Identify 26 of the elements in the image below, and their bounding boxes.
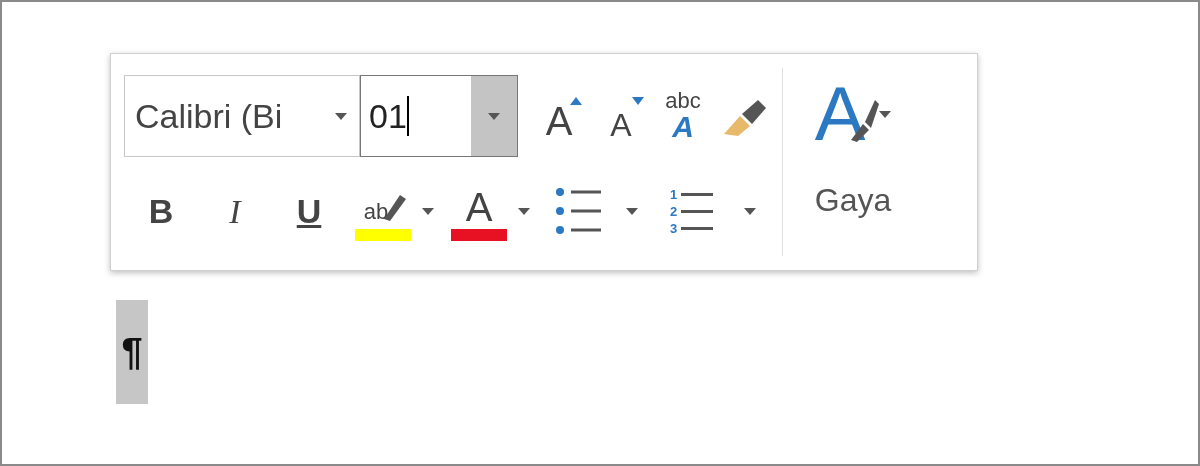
caret-icon [488, 112, 500, 120]
caret-icon [626, 207, 638, 215]
list-number: 2 [670, 202, 678, 220]
text-effects-button[interactable]: abc A [652, 81, 714, 151]
caret-icon [422, 207, 434, 215]
paragraph-mark: ¶ [116, 300, 148, 404]
font-name-combobox[interactable]: Calibri (Bi [124, 75, 360, 157]
underline-button[interactable]: U [272, 181, 346, 241]
numbering-button[interactable]: 1 2 3 [670, 181, 722, 241]
caret-icon [518, 207, 530, 215]
caret-icon [744, 207, 756, 215]
font-color-button[interactable]: A [450, 181, 508, 241]
caret-icon [335, 112, 347, 120]
caret-icon [879, 110, 892, 118]
bullet-list-icon [555, 186, 603, 236]
font-size-combobox[interactable]: 01 [360, 75, 518, 157]
shrink-font-button[interactable]: A [590, 81, 652, 151]
list-number: 1 [670, 185, 678, 203]
italic-button[interactable]: I [198, 181, 272, 241]
list-number: 3 [670, 219, 678, 237]
grow-font-button[interactable]: A [528, 81, 590, 151]
text-cursor [406, 96, 409, 136]
down-triangle-icon [632, 97, 644, 105]
highlight-button[interactable]: ab [354, 181, 412, 241]
bold-button[interactable]: B [124, 181, 198, 241]
up-triangle-icon [570, 97, 582, 105]
